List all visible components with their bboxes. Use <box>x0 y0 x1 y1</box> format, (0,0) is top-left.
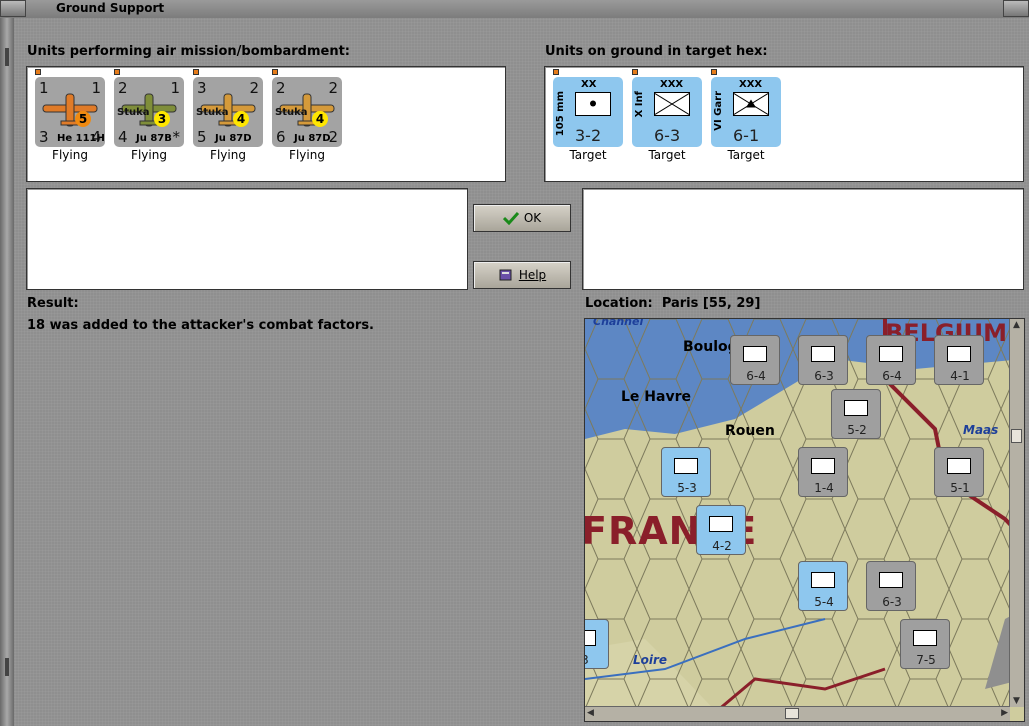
help-label: Help <box>518 268 547 282</box>
air-unit-status: Flying <box>289 148 325 162</box>
air-units-label: Units performing air mission/bombardment… <box>27 44 351 59</box>
map-counter[interactable]: 4-1 <box>934 335 984 385</box>
map-counter[interactable]: 6-4 <box>866 335 916 385</box>
ground-units-label: Units on ground in target hex: <box>545 44 768 59</box>
map-counter[interactable]: 6-4 <box>730 335 780 385</box>
system-menu-button[interactable] <box>0 0 26 17</box>
infantry-icon <box>654 92 690 116</box>
air-unit-status: Flying <box>131 148 167 162</box>
checkmark-icon <box>502 211 519 225</box>
result-label: Result: <box>27 296 79 311</box>
title-bar: Ground Support <box>0 0 1029 19</box>
unit-marker <box>193 69 199 75</box>
left-frame <box>0 18 14 726</box>
ground-unit-slot[interactable]: VI Garr XXX 6-1 Target <box>711 69 783 165</box>
artillery-icon <box>575 92 611 116</box>
air-unit-badge: 5 <box>75 111 91 127</box>
air-unit-badge: 3 <box>154 111 170 127</box>
map-place-le-havre: Le Havre <box>621 389 691 405</box>
unit-marker <box>711 69 717 75</box>
map-counter[interactable]: 6-3 <box>866 561 916 611</box>
map-view[interactable]: Boulogne Le Havre Rouen Maas Loire Chann… <box>584 318 1025 722</box>
help-book-icon <box>499 269 512 281</box>
unit-marker <box>35 69 41 75</box>
air-unit-counter[interactable]: 2 1 Stuka 3 4 Ju 87B * <box>114 77 184 147</box>
ground-units-panel: 105 mm XX 3-2 Target X Inf XXX 6-3 Targe… <box>544 66 1024 182</box>
attacker-message-box <box>26 188 468 290</box>
ground-unit-counter[interactable]: VI Garr XXX 6-1 <box>711 77 781 147</box>
air-unit-badge: 4 <box>312 111 328 127</box>
air-unit-slot[interactable]: 1 1 5 3 He 111H 4 Flying <box>35 69 107 165</box>
map-place-rouen: Rouen <box>725 423 775 439</box>
map-place-maas: Maas <box>963 423 999 437</box>
ground-unit-status: Target <box>727 148 765 162</box>
air-unit-badge: 4 <box>233 111 249 127</box>
ok-button[interactable]: OK <box>473 204 571 232</box>
ground-unit-slot[interactable]: 105 mm XX 3-2 Target <box>553 69 625 165</box>
ground-unit-counter[interactable]: 105 mm XX 3-2 <box>553 77 623 147</box>
aircraft-icon <box>42 93 98 127</box>
window-title: Ground Support <box>56 1 165 15</box>
help-button[interactable]: Help <box>473 261 571 289</box>
map-counter[interactable]: 6-3 <box>798 335 848 385</box>
map-place-loire: Loire <box>633 653 668 667</box>
location-label: Location: Paris [55, 29] <box>585 296 761 311</box>
unit-marker <box>114 69 120 75</box>
ground-unit-counter[interactable]: X Inf XXX 6-3 <box>632 77 702 147</box>
map-hscroll-thumb[interactable] <box>785 708 799 719</box>
dialog-body: Units performing air mission/bombardment… <box>14 18 1029 726</box>
window-control-button[interactable] <box>1003 0 1029 17</box>
map-counter[interactable]: 3 <box>585 619 609 669</box>
ground-unit-status: Target <box>569 148 607 162</box>
map-vertical-scrollbar[interactable]: ▲ ▼ <box>1009 319 1024 707</box>
map-counter[interactable]: 5-3 <box>661 447 711 497</box>
air-unit-counter[interactable]: 2 2 Stuka 4 6 Ju 87D 2 <box>272 77 342 147</box>
garrison-icon <box>733 92 769 116</box>
map-vscroll-thumb[interactable] <box>1011 429 1022 443</box>
unit-marker <box>272 69 278 75</box>
map-counter[interactable]: 5-4 <box>798 561 848 611</box>
map-counter[interactable]: 7-5 <box>900 619 950 669</box>
air-unit-status: Flying <box>52 148 88 162</box>
air-unit-counter[interactable]: 1 1 5 3 He 111H 4 <box>35 77 105 147</box>
defender-message-box <box>582 188 1024 290</box>
map-horizontal-scrollbar[interactable]: ◀ ▶ <box>585 706 1010 721</box>
map-counter[interactable]: 4-2 <box>696 505 746 555</box>
air-unit-counter[interactable]: 3 2 Stuka 4 5 Ju 87D <box>193 77 263 147</box>
result-text: 18 was added to the attacker's combat fa… <box>27 318 374 333</box>
unit-marker <box>632 69 638 75</box>
ground-unit-slot[interactable]: X Inf XXX 6-3 Target <box>632 69 704 165</box>
location-value: Paris [55, 29] <box>661 296 761 311</box>
map-place-channel: Channel <box>593 318 644 328</box>
air-unit-slot[interactable]: 3 2 Stuka 4 5 Ju 87D Flying <box>193 69 265 165</box>
map-counter[interactable]: 1-4 <box>798 447 848 497</box>
air-unit-status: Flying <box>210 148 246 162</box>
unit-marker <box>553 69 559 75</box>
air-unit-slot[interactable]: 2 1 Stuka 3 4 Ju 87B * Flying <box>114 69 186 165</box>
map-counter[interactable]: 5-2 <box>831 389 881 439</box>
air-units-panel: 1 1 5 3 He 111H 4 Flying 2 1 Stuka 3 4 J… <box>26 66 506 182</box>
map-counter[interactable]: 5-1 <box>934 447 984 497</box>
air-unit-slot[interactable]: 2 2 Stuka 4 6 Ju 87D 2 Flying <box>272 69 344 165</box>
ok-label: OK <box>523 211 542 225</box>
ground-unit-status: Target <box>648 148 686 162</box>
